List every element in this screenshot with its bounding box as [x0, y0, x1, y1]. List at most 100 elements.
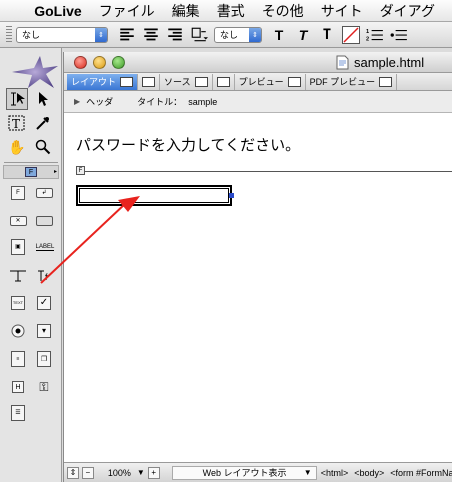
minimize-window-button[interactable]: [93, 56, 106, 69]
list-box-object[interactable]: ≡: [8, 350, 28, 368]
view-mode-select[interactable]: Web レイアウト表示 ▼: [171, 465, 317, 480]
menu-diagram[interactable]: ダイアグ: [380, 1, 435, 21]
form-object[interactable]: F: [8, 184, 28, 202]
list-box-icon: ≡: [11, 351, 25, 367]
zoom-in-button[interactable]: +: [147, 466, 160, 479]
zoom-tool[interactable]: [32, 136, 54, 158]
zoom-window-button[interactable]: [112, 56, 125, 69]
hand-icon: ✋: [8, 138, 26, 155]
align-right-icon[interactable]: [166, 26, 184, 44]
object-select-tool[interactable]: [32, 88, 54, 110]
form-boundary-line: [76, 171, 452, 172]
align-center-icon[interactable]: [142, 26, 160, 44]
hidden-field-icon: H: [12, 381, 24, 393]
label-icon: LABEL: [35, 243, 55, 251]
tab-outline[interactable]: [213, 73, 235, 90]
hidden-field-icon-label: H: [15, 383, 21, 391]
tab-layout[interactable]: レイアウト: [67, 73, 139, 90]
form-marker-icon[interactable]: F: [76, 166, 85, 175]
menu-other[interactable]: その他: [262, 1, 304, 21]
close-window-button[interactable]: [74, 56, 87, 69]
popup-menu-object[interactable]: ▾: [34, 322, 54, 340]
menu-golive[interactable]: GoLive: [34, 3, 81, 19]
source-view-icon: [194, 76, 208, 87]
window-title: sample.html: [354, 55, 425, 70]
hidden-field-object[interactable]: H: [8, 378, 28, 396]
password-field-object[interactable]: f: [34, 266, 54, 284]
bold-icon[interactable]: T: [270, 26, 288, 44]
zoom-level: 100%: [107, 467, 131, 478]
zoom-out-button[interactable]: −: [81, 466, 94, 479]
reset-button-object[interactable]: ✕: [8, 212, 28, 230]
menu-format[interactable]: 書式: [217, 1, 245, 21]
golive-starfish-logo: [12, 56, 58, 88]
menu-file[interactable]: ファイル: [99, 1, 155, 21]
forms-tab-label: F: [28, 168, 34, 176]
key-generator-object[interactable]: ⚿: [34, 378, 54, 396]
bullet-list-icon[interactable]: [390, 26, 408, 44]
reset-button-icon: ✕: [9, 216, 27, 226]
password-input-inner: [79, 188, 229, 203]
head-section-bar: ▶ ヘッダ タイトル： sample: [64, 91, 452, 113]
tab-pdf-preview[interactable]: PDF プレビュー: [306, 73, 398, 90]
window-titlebar[interactable]: sample.html: [64, 52, 452, 73]
radio-button-object[interactable]: [8, 322, 28, 340]
fieldset-object[interactable]: ☰: [8, 404, 28, 422]
tab-layout-label: レイアウト: [71, 77, 117, 87]
font-size-select[interactable]: なし ⇕: [214, 26, 262, 43]
label-object[interactable]: LABEL: [34, 238, 56, 256]
tab-frame-layout[interactable]: [138, 73, 161, 90]
list-menu-icon[interactable]: [190, 26, 208, 44]
input-image-object[interactable]: ▣: [8, 238, 28, 256]
text-tool[interactable]: T: [6, 112, 28, 134]
ibeam-arrow-icon: [11, 92, 25, 106]
submit-button-object[interactable]: ↲: [34, 184, 54, 202]
numbered-list-icon[interactable]: 12: [366, 26, 384, 44]
scroll-updown-icon[interactable]: ⇕: [67, 466, 79, 479]
paragraph-format-value: なし: [22, 30, 41, 40]
password-input-field[interactable]: [76, 185, 234, 206]
palette-expand-icon[interactable]: ▸: [54, 168, 57, 175]
path-tag-html[interactable]: <html>: [321, 468, 349, 478]
text-field-object[interactable]: [8, 266, 28, 284]
svg-text:T: T: [12, 117, 20, 131]
forms-tab[interactable]: F: [25, 167, 37, 177]
paragraph-format-select[interactable]: なし ⇕: [16, 26, 108, 43]
outline-view-icon: [216, 76, 230, 87]
eyedropper-tool[interactable]: [32, 112, 54, 134]
menu-site[interactable]: サイト: [321, 1, 363, 21]
tab-source[interactable]: ソース: [160, 73, 213, 90]
text-color-icon[interactable]: [342, 25, 360, 44]
button-object[interactable]: [34, 212, 54, 230]
tab-preview-label: プレビュー: [238, 77, 284, 87]
italic-icon[interactable]: T: [294, 26, 312, 44]
tab-pdf-preview-label: PDF プレビュー: [309, 77, 376, 87]
path-tag-form[interactable]: <form #FormNa: [390, 468, 452, 478]
toolbar-grip[interactable]: [6, 25, 12, 44]
zoom-dropdown-icon[interactable]: ▼: [137, 468, 145, 477]
button-icon: [35, 216, 53, 226]
form-icon: F: [11, 186, 25, 200]
html-document-icon: [336, 55, 349, 70]
teletype-icon[interactable]: T: [318, 26, 336, 44]
page-title-value[interactable]: sample: [188, 97, 217, 107]
text-frame-icon: T: [8, 115, 25, 131]
align-left-icon[interactable]: [118, 26, 136, 44]
hand-tool[interactable]: ✋: [6, 136, 28, 158]
text-area-object[interactable]: TEXT: [8, 294, 28, 312]
menu-edit[interactable]: 編集: [172, 1, 200, 21]
path-tag-body[interactable]: <body>: [354, 468, 384, 478]
layout-select-tool[interactable]: [6, 88, 28, 110]
file-browser-object[interactable]: ❐: [34, 350, 54, 368]
tab-source-label: ソース: [164, 77, 191, 87]
toolbar: なし ⇕ なし ⇕ T T T 12: [0, 22, 452, 48]
checkbox-object[interactable]: ✓: [34, 294, 54, 312]
layout-editor-canvas[interactable]: パスワードを入力してください。 F: [64, 114, 452, 462]
eyedropper-icon: [36, 117, 49, 130]
input-image-icon: ▣: [11, 239, 25, 255]
tab-preview[interactable]: プレビュー: [235, 73, 306, 90]
layout-view-icon: [120, 76, 134, 87]
font-size-value: なし: [220, 30, 239, 40]
resize-handle[interactable]: [229, 193, 234, 198]
head-toggle-triangle-icon[interactable]: ▶: [74, 97, 80, 106]
